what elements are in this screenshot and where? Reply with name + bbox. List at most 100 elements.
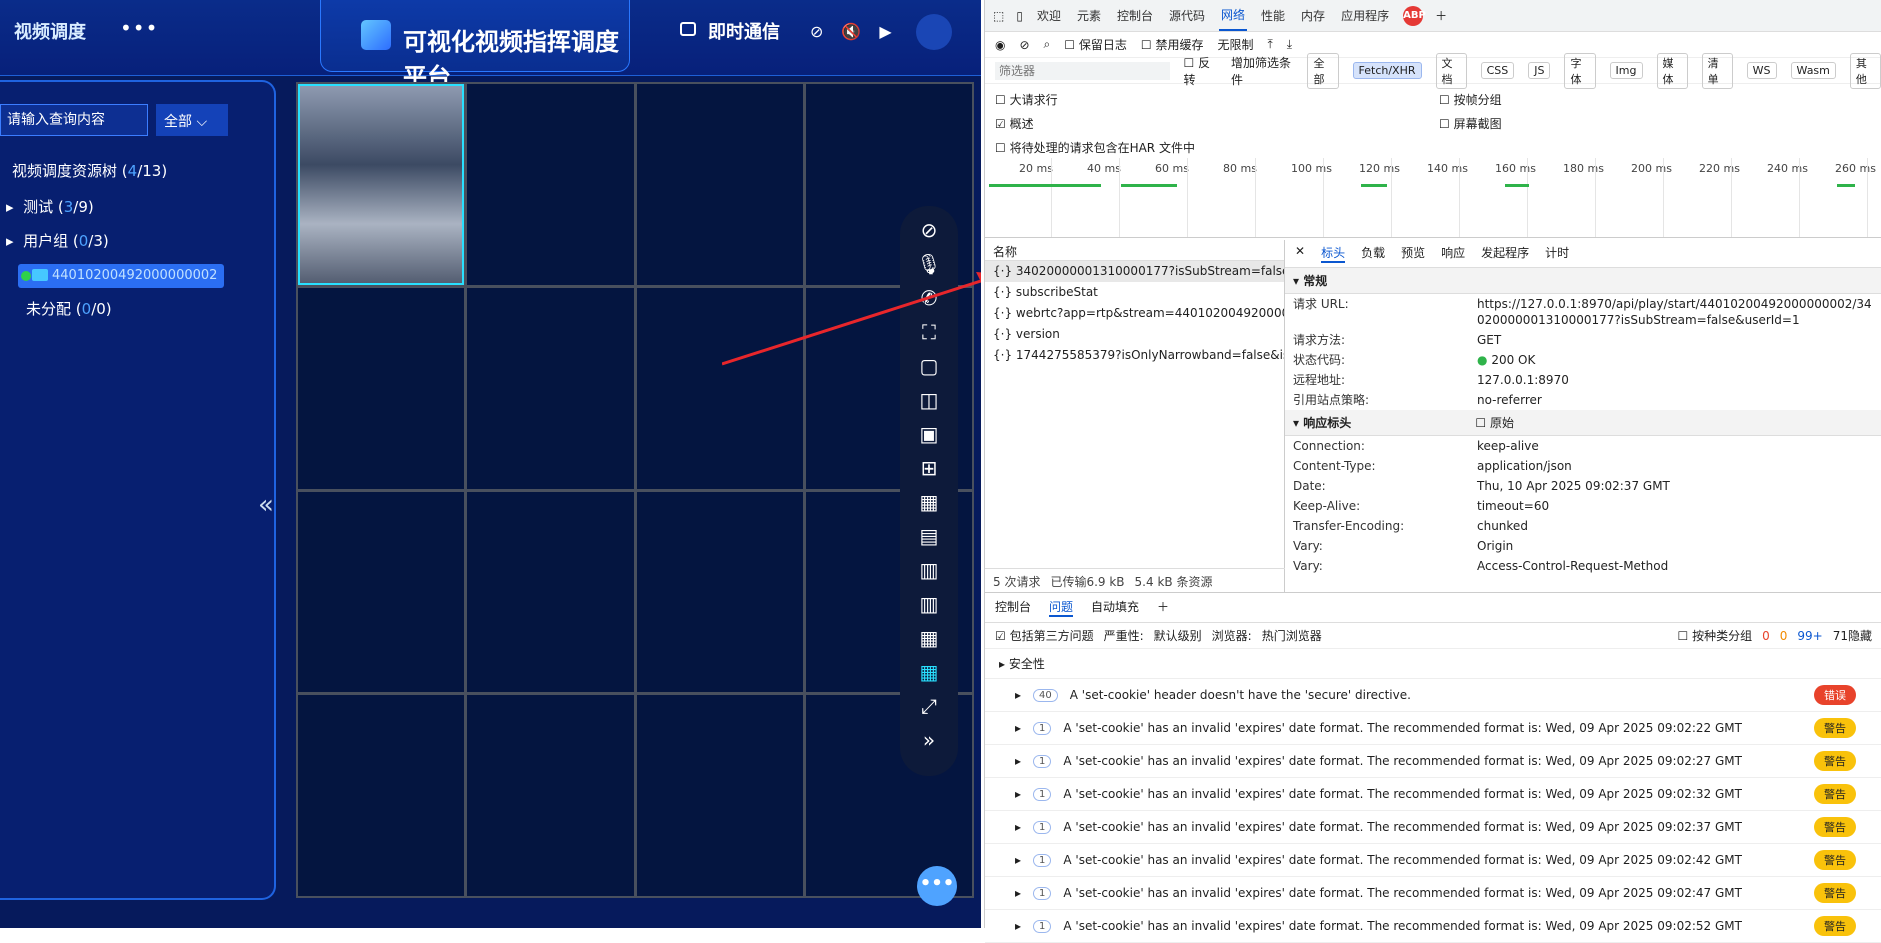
issue-row[interactable]: ▸ 1 A 'set-cookie' has an invalid 'expires… bbox=[985, 811, 1881, 844]
tree-node-usergroup[interactable]: ▸ 用户组 (0/3) bbox=[6, 230, 109, 251]
expand-icon[interactable]: ▸ bbox=[1015, 820, 1021, 834]
expand-icon[interactable]: ▸ bbox=[1015, 853, 1021, 867]
har-checkbox[interactable]: ☐ 将待处理的请求包含在HAR 文件中 bbox=[995, 136, 1195, 160]
layout-4-icon[interactable]: ⊞ bbox=[921, 454, 938, 482]
chip-wasm[interactable]: Wasm bbox=[1790, 62, 1836, 79]
response-headers-section[interactable]: ▾ 响应标头 ☐ 原始 bbox=[1285, 410, 1881, 436]
chip-other[interactable]: 其他 bbox=[1849, 52, 1881, 89]
chip-ws[interactable]: WS bbox=[1746, 62, 1777, 79]
screenshots-checkbox[interactable]: ☐ 屏幕截图 bbox=[1439, 112, 1502, 136]
record-icon[interactable]: ◉ bbox=[995, 38, 1005, 52]
overview-checkbox[interactable]: ☑ 概述 bbox=[995, 112, 1195, 136]
video-cell[interactable] bbox=[636, 84, 803, 285]
search-icon[interactable]: ⌕ bbox=[1044, 37, 1051, 52]
issue-row[interactable]: ▸ 1 A 'set-cookie' has an invalid 'expires… bbox=[985, 844, 1881, 877]
request-row[interactable]: {·} webrtc?app=rtp&stream=44010200492000… bbox=[985, 303, 1284, 324]
tab-preview[interactable]: 预览 bbox=[1401, 244, 1425, 263]
layout-2-icon[interactable]: ◫ bbox=[920, 386, 939, 414]
more-icon[interactable]: ••• bbox=[120, 16, 158, 40]
chip-font[interactable]: 字体 bbox=[1564, 52, 1596, 89]
raw-checkbox[interactable]: ☐ 原始 bbox=[1475, 416, 1514, 430]
chip-fetch-xhr[interactable]: Fetch/XHR bbox=[1352, 62, 1422, 79]
group-by-frame-checkbox[interactable]: ☐ 按帧分组 bbox=[1439, 88, 1502, 112]
video-cell[interactable] bbox=[636, 695, 803, 896]
export-icon[interactable]: ⤓ bbox=[1287, 37, 1292, 52]
clear-icon[interactable]: ⊘ bbox=[1019, 38, 1029, 52]
chat-fab-button[interactable]: ••• bbox=[917, 866, 957, 906]
tab-timing[interactable]: 计时 bbox=[1545, 244, 1569, 263]
general-section-header[interactable]: ▾ 常规 bbox=[1285, 268, 1881, 294]
layout-16-icon[interactable]: ▦ bbox=[920, 658, 939, 686]
layout-9-icon[interactable]: ▥ bbox=[920, 556, 939, 584]
network-timeline-overview[interactable]: 20 ms 40 ms 60 ms 80 ms 100 ms 120 ms 140 ms 16… bbox=[985, 158, 1881, 238]
avatar[interactable] bbox=[916, 14, 952, 50]
request-row[interactable]: {·} version bbox=[985, 324, 1284, 345]
tab-application[interactable]: 应用程序 bbox=[1339, 1, 1391, 30]
chip-css[interactable]: CSS bbox=[1480, 62, 1515, 79]
speaker-muted-icon[interactable]: 🔇 bbox=[841, 22, 861, 41]
issue-row[interactable]: ▸ 40 A 'set-cookie' header doesn't have th… bbox=[985, 679, 1881, 712]
layout-6-icon[interactable]: ▦ bbox=[920, 488, 939, 516]
tab-welcome[interactable]: 欢迎 bbox=[1035, 1, 1063, 30]
chip-all[interactable]: 全部 bbox=[1307, 52, 1339, 89]
expand-icon[interactable]: ▸ bbox=[1015, 787, 1021, 801]
nav-title[interactable]: 视频调度 bbox=[14, 18, 86, 44]
third-party-checkbox[interactable]: ☑ 包括第三方问题 bbox=[995, 627, 1094, 644]
tab-elements[interactable]: 元素 bbox=[1075, 1, 1103, 30]
chip-js[interactable]: JS bbox=[1528, 62, 1551, 79]
instant-messaging-button[interactable]: 即时通信 bbox=[708, 18, 780, 44]
collapse-panel-button[interactable]: « bbox=[258, 490, 274, 520]
close-icon[interactable]: ✕ bbox=[1295, 244, 1305, 263]
tab-performance[interactable]: 性能 bbox=[1259, 1, 1287, 30]
tab-initiator[interactable]: 发起程序 bbox=[1481, 244, 1529, 263]
device-toolbar-icon[interactable]: ▯ bbox=[1016, 9, 1023, 23]
tab-network[interactable]: 网络 bbox=[1219, 0, 1248, 31]
browser-select[interactable]: 热门浏览器 bbox=[1262, 627, 1322, 644]
video-cell[interactable] bbox=[636, 491, 803, 693]
video-cell[interactable] bbox=[298, 695, 465, 896]
inspect-icon[interactable]: ⬚ bbox=[993, 9, 1004, 23]
request-row[interactable]: {·} 1744275585379?isOnlyNarrowband=false… bbox=[985, 345, 1284, 366]
tab-payload[interactable]: 负载 bbox=[1361, 244, 1385, 263]
request-row[interactable]: {·} subscribeStat bbox=[985, 282, 1284, 303]
layout-3-icon[interactable]: ▣ bbox=[920, 420, 939, 448]
issue-row[interactable]: ▸ 1 A 'set-cookie' has an invalid 'expires… bbox=[985, 745, 1881, 778]
preserve-log-checkbox[interactable]: ☐ 保留日志 bbox=[1064, 36, 1127, 53]
tree-node-test[interactable]: ▸ 测试 (3/9) bbox=[6, 196, 94, 217]
search-input[interactable] bbox=[0, 104, 148, 136]
filter-select[interactable]: 全部 ⌵ bbox=[156, 104, 228, 136]
expand-icon[interactable]: ▸ bbox=[1015, 721, 1021, 735]
chip-manifest[interactable]: 清单 bbox=[1701, 52, 1733, 89]
add-tab-icon[interactable]: ＋ bbox=[1435, 7, 1447, 24]
add-drawer-tab-icon[interactable]: ＋ bbox=[1157, 598, 1169, 617]
drawer-tab-issues[interactable]: 问题 bbox=[1049, 598, 1074, 617]
video-cell[interactable] bbox=[467, 695, 634, 896]
drawer-tab-autofill[interactable]: 自动填充 bbox=[1091, 598, 1139, 617]
layout-10-icon[interactable]: ▥ bbox=[920, 590, 939, 618]
severity-select[interactable]: 默认级别 bbox=[1154, 627, 1202, 644]
chip-doc[interactable]: 文档 bbox=[1435, 52, 1467, 89]
request-row-selected[interactable]: {·} 34020000001310000177?isSubStream=fal… bbox=[985, 261, 1284, 282]
collapse-toolbar-icon[interactable]: » bbox=[923, 726, 935, 754]
expand-icon[interactable]: ⤢ bbox=[921, 692, 937, 720]
expand-icon[interactable]: ▸ bbox=[1015, 688, 1021, 702]
more-filters-dropdown[interactable]: 增加筛选条件 bbox=[1231, 54, 1293, 88]
import-icon[interactable]: ⤒ bbox=[1267, 37, 1272, 52]
tree-device-selected[interactable]: 44010200492000000002 bbox=[18, 264, 224, 288]
group-by-kind-checkbox[interactable]: ☐ 按种类分组 bbox=[1678, 627, 1753, 644]
video-icon[interactable]: ▶ bbox=[879, 22, 891, 41]
expand-icon[interactable]: ▸ bbox=[1015, 886, 1021, 900]
layout-8-icon[interactable]: ▤ bbox=[920, 522, 939, 550]
video-cell[interactable] bbox=[467, 84, 634, 285]
chip-media[interactable]: 媒体 bbox=[1656, 52, 1688, 89]
security-section[interactable]: ▸ 安全性 bbox=[985, 649, 1881, 679]
big-rows-checkbox[interactable]: ☐ 大请求行 bbox=[995, 88, 1195, 112]
issue-row[interactable]: ▸ 1 A 'set-cookie' has an invalid 'expires… bbox=[985, 877, 1881, 910]
tree-node-unassigned[interactable]: 未分配 (0/0) bbox=[26, 298, 112, 319]
throttle-select[interactable]: 无限制 bbox=[1217, 36, 1253, 53]
abp-extension-icon[interactable]: ABP bbox=[1403, 5, 1426, 26]
tab-response[interactable]: 响应 bbox=[1441, 244, 1465, 263]
drawer-tab-console[interactable]: 控制台 bbox=[995, 598, 1031, 617]
video-cell[interactable] bbox=[298, 287, 465, 489]
issue-row[interactable]: ▸ 1 A 'set-cookie' has an invalid 'expires… bbox=[985, 910, 1881, 943]
